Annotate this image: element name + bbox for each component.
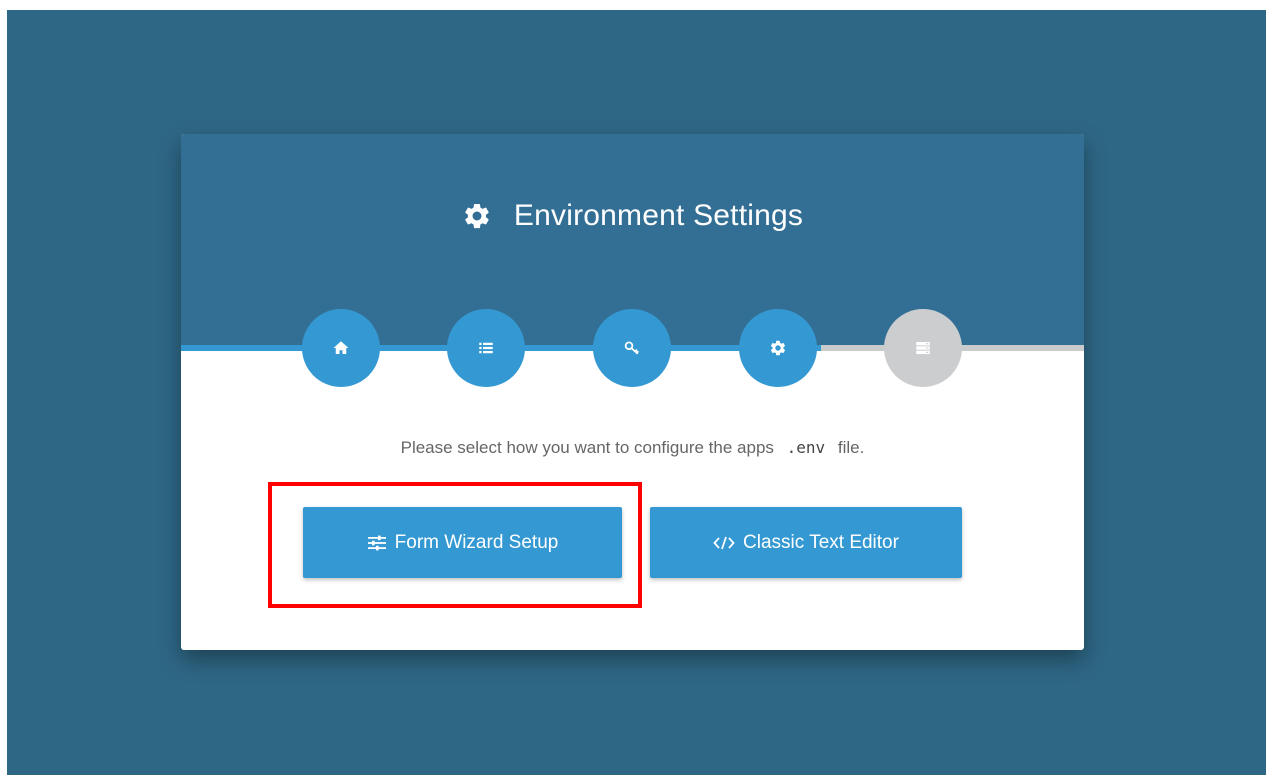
step-key[interactable] [593, 309, 671, 387]
list-icon [479, 342, 493, 354]
step-server[interactable] [884, 309, 962, 387]
step-home[interactable] [302, 309, 380, 387]
instruction-text-before: Please select how you want to configure … [400, 438, 774, 457]
step-list[interactable] [447, 309, 525, 387]
gear-icon [465, 203, 489, 229]
page-title-text: Environment Settings [513, 199, 804, 232]
page-title: Environment Settings [181, 196, 1084, 236]
highlight-box [268, 482, 642, 608]
instruction-text: Please select how you want to configure … [181, 438, 1084, 458]
home-icon [333, 341, 349, 354]
env-file-code: .env [786, 438, 826, 457]
server-icon [916, 342, 930, 355]
instruction-text-after: file. [837, 438, 865, 457]
classic-text-editor-button[interactable]: Classic Text Editor [650, 507, 962, 578]
classic-text-editor-label: Classic Text Editor [743, 531, 899, 553]
code-icon [713, 535, 735, 551]
key-icon [624, 341, 639, 355]
step-settings[interactable] [739, 309, 817, 387]
gear-icon [770, 340, 786, 356]
